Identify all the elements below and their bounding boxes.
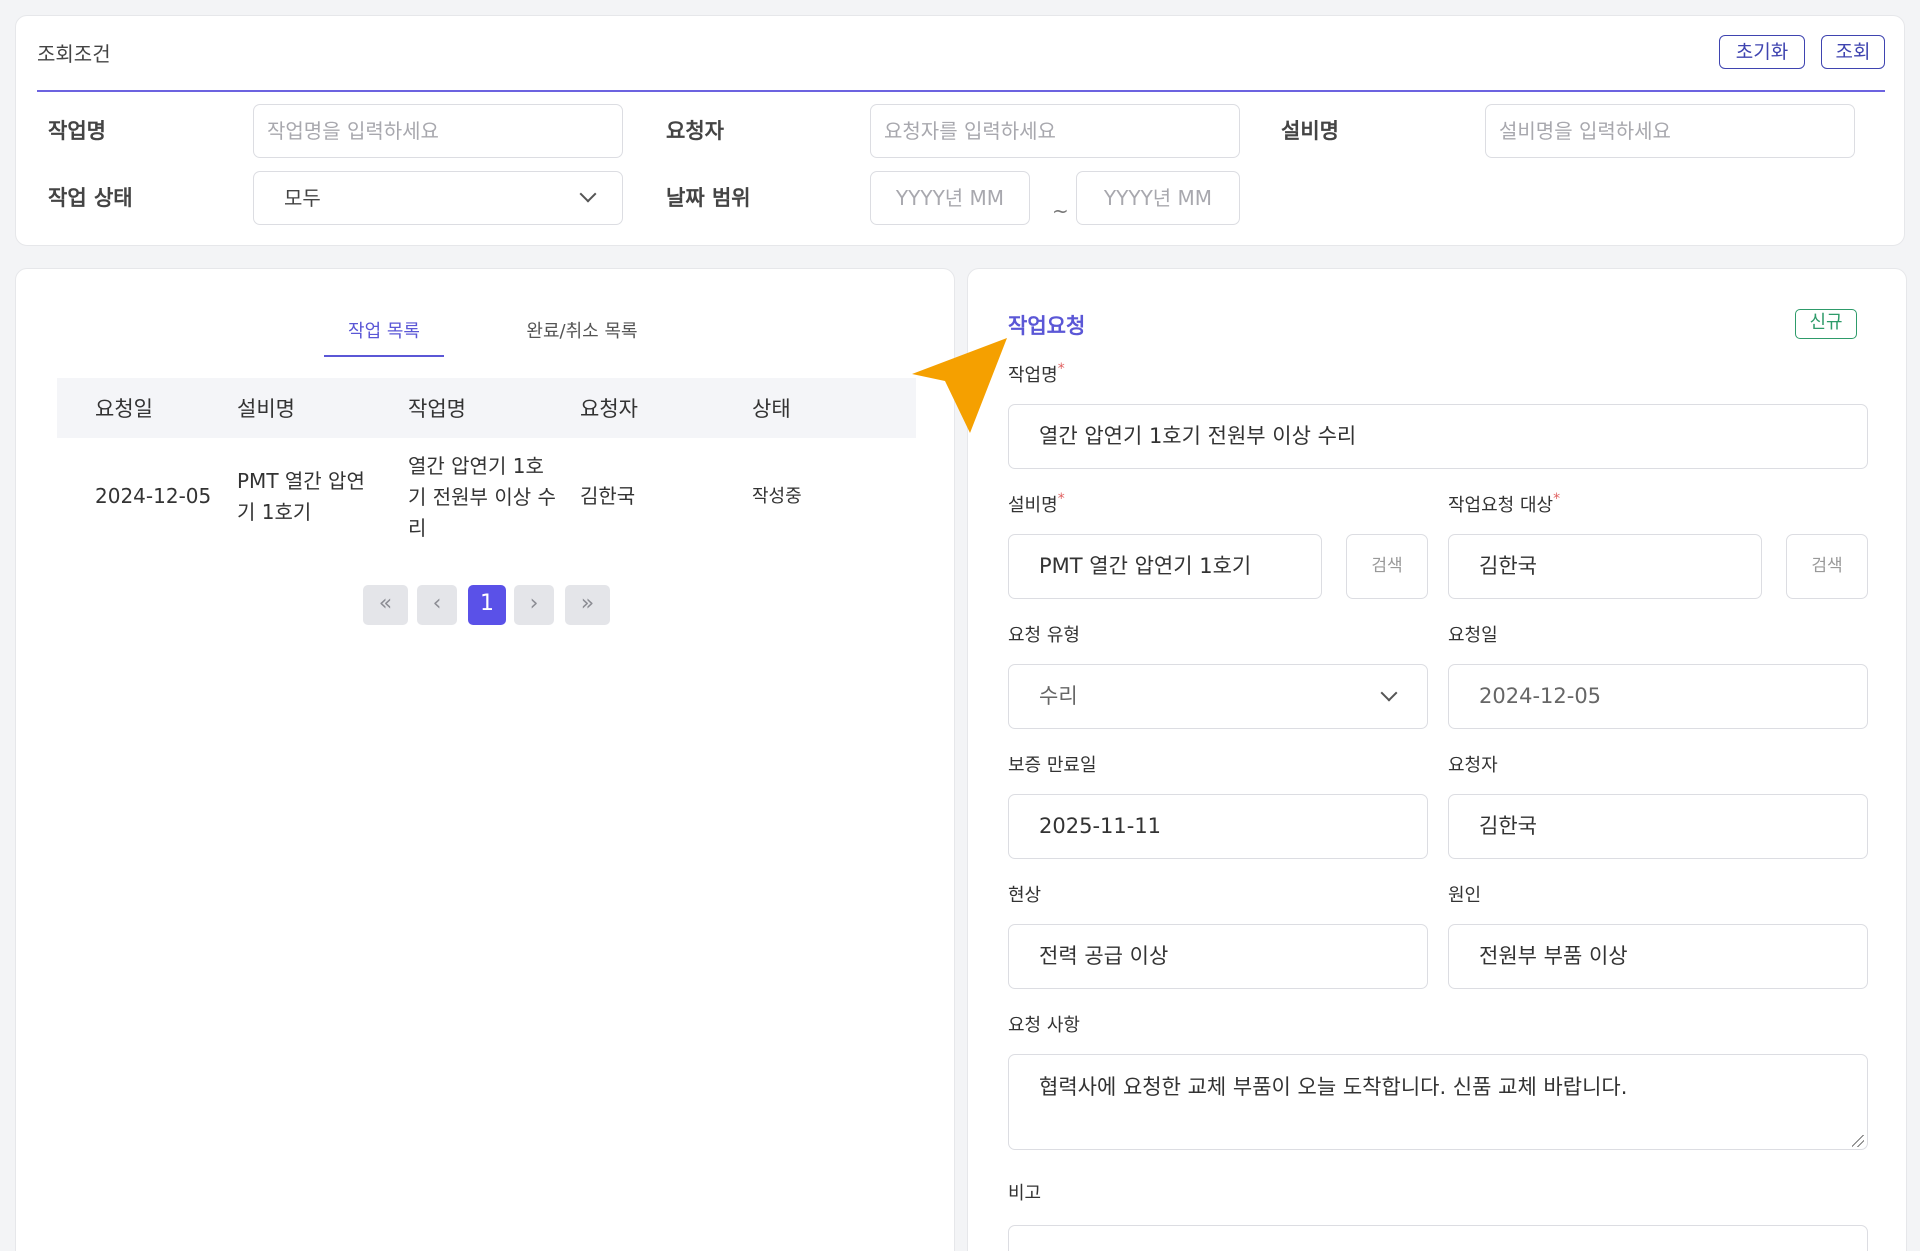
equipment-filter-input[interactable] (1485, 104, 1855, 158)
required-mark: * (1057, 491, 1065, 507)
resize-handle-icon[interactable] (1852, 1135, 1864, 1147)
remarks-textarea[interactable] (1008, 1225, 1868, 1251)
page-current-button[interactable]: 1 (468, 585, 506, 625)
warranty-field[interactable]: 2025-11-11 (1008, 794, 1428, 859)
work-name-label-text: 작업명 (1008, 365, 1058, 386)
equipment-field[interactable]: PMT 열간 압연기 1호기 (1008, 534, 1322, 599)
symptom-field[interactable]: 전력 공급 이상 (1008, 924, 1428, 989)
page-first-button[interactable]: « (363, 585, 408, 625)
search-conditions-panel: 조회조건 초기화 조회 작업명 요청자 설비명 작업 상태 모두 날짜 범위 ~ (15, 15, 1905, 246)
warranty-label: 보증 만료일 (1008, 755, 1097, 776)
status-filter-value: 모두 (284, 186, 321, 210)
row-requester: 김한국 (580, 484, 636, 508)
request-details-textarea[interactable]: 협력사에 요청한 교체 부품이 오늘 도착합니다. 신품 교체 바랍니다. (1008, 1054, 1868, 1150)
column-header-equipment: 설비명 (237, 397, 295, 421)
equipment-label-text: 설비명 (1008, 495, 1058, 516)
cause-field[interactable]: 전원부 부품 이상 (1448, 924, 1868, 989)
table-header: 요청일 설비명 작업명 요청자 상태 (57, 378, 916, 438)
row-request-date: 2024-12-05 (95, 484, 212, 508)
search-panel-divider (37, 90, 1885, 92)
requester-field[interactable]: 김한국 (1448, 794, 1868, 859)
tab-completed-cancelled-list[interactable]: 완료/취소 목록 (492, 317, 672, 343)
page-prev-button[interactable]: ‹ (417, 585, 457, 625)
column-header-request-date: 요청일 (95, 397, 153, 421)
page-last-button[interactable]: » (565, 585, 610, 625)
equipment-label: 설비명* (1008, 491, 1065, 517)
cause-label: 원인 (1448, 885, 1482, 906)
date-range-separator: ~ (1052, 199, 1069, 223)
request-type-value: 수리 (1039, 684, 1078, 708)
column-header-status: 상태 (752, 397, 791, 421)
table-row[interactable]: 2024-12-05 PMT 열간 압연기 1호기 열간 압연기 1호기 전원부… (57, 451, 916, 541)
work-list-panel: 작업 목록 완료/취소 목록 요청일 설비명 작업명 요청자 상태 2024-1… (15, 268, 955, 1251)
search-panel-title: 조회조건 (37, 42, 111, 66)
new-status-badge: 신규 (1795, 309, 1857, 339)
mouse-cursor-icon (912, 338, 1007, 433)
request-type-label: 요청 유형 (1008, 625, 1080, 646)
tab-work-list[interactable]: 작업 목록 (324, 317, 444, 343)
chevron-down-icon (1380, 684, 1398, 702)
status-filter-label: 작업 상태 (48, 186, 133, 210)
request-target-label: 작업요청 대상* (1448, 491, 1560, 517)
reset-button[interactable]: 초기화 (1719, 35, 1805, 69)
search-button[interactable]: 조회 (1821, 35, 1885, 69)
equipment-filter-label: 설비명 (1281, 119, 1339, 143)
chevron-down-icon (579, 185, 597, 203)
status-filter-select[interactable]: 모두 (253, 171, 623, 225)
requester-filter-input[interactable] (870, 104, 1240, 158)
request-target-field[interactable]: 김한국 (1448, 534, 1762, 599)
date-range-label: 날짜 범위 (666, 186, 751, 210)
requester-label: 요청자 (1448, 755, 1498, 776)
row-work-name: 열간 압연기 1호기 전원부 이상 수리 (408, 454, 556, 540)
work-name-label: 작업명* (1008, 361, 1065, 387)
detail-title: 작업요청 (1008, 314, 1086, 338)
requester-filter-label: 요청자 (666, 119, 724, 143)
request-date-label: 요청일 (1448, 625, 1498, 646)
row-equipment: PMT 열간 압연기 1호기 (237, 469, 365, 524)
request-date-field[interactable]: 2024-12-05 (1448, 664, 1868, 729)
work-name-filter-label: 작업명 (48, 119, 106, 143)
date-to-input[interactable] (1076, 171, 1240, 225)
date-from-input[interactable] (870, 171, 1030, 225)
work-request-detail-panel: 작업요청 신규 작업명* 열간 압연기 1호기 전원부 이상 수리 설비명* P… (967, 268, 1907, 1251)
request-type-select[interactable]: 수리 (1008, 664, 1428, 729)
equipment-search-button[interactable]: 검색 (1346, 534, 1428, 599)
page-next-button[interactable]: › (514, 585, 554, 625)
row-status: 작성중 (752, 486, 802, 507)
required-mark: * (1057, 361, 1065, 377)
work-name-filter-input[interactable] (253, 104, 623, 158)
remarks-label: 비고 (1008, 1183, 1042, 1204)
target-search-button[interactable]: 검색 (1786, 534, 1868, 599)
symptom-label: 현상 (1008, 885, 1042, 906)
column-header-work-name: 작업명 (408, 397, 466, 421)
work-name-field[interactable]: 열간 압연기 1호기 전원부 이상 수리 (1008, 404, 1868, 469)
required-mark: * (1553, 491, 1561, 507)
active-tab-underline (324, 355, 444, 357)
request-details-label: 요청 사항 (1008, 1015, 1080, 1036)
column-header-requester: 요청자 (580, 397, 638, 421)
request-target-label-text: 작업요청 대상 (1448, 495, 1554, 516)
